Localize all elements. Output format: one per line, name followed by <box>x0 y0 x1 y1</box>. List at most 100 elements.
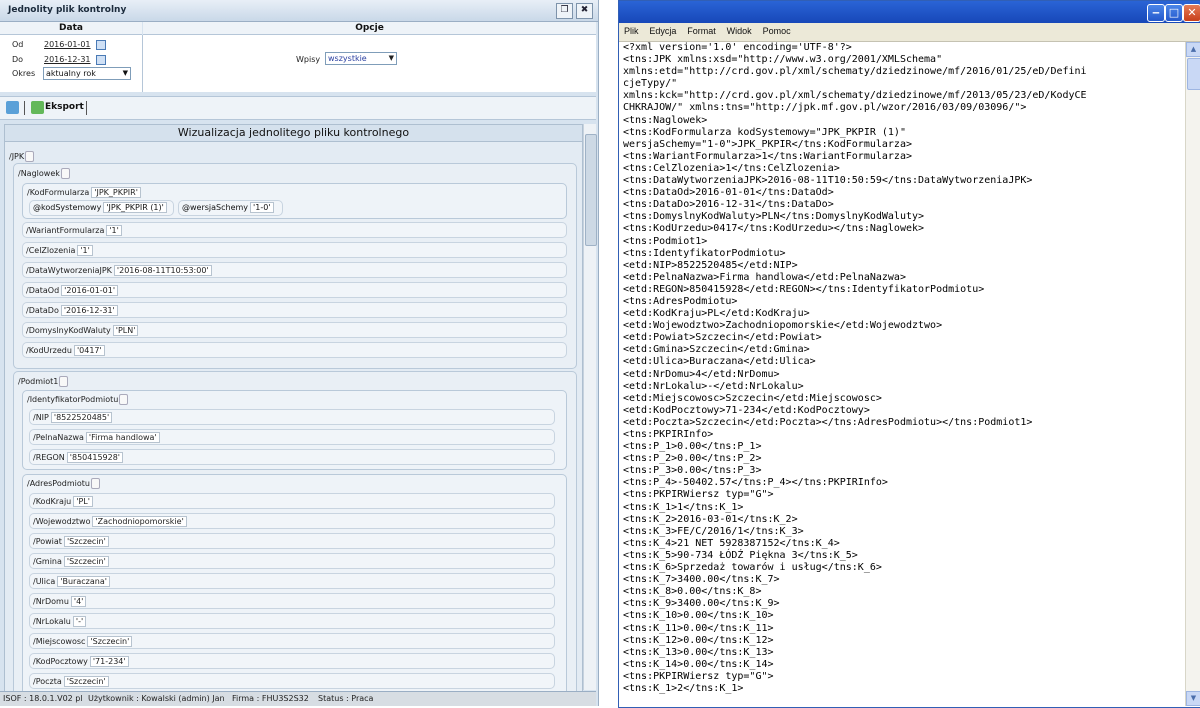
group-naglowek: /Naglowek /KodFormularza 'JPK_PKPIR' @kod… <box>13 163 577 369</box>
params-panel: Od 2016-01-01 Do 2016-12-31 Okres aktual… <box>0 35 596 92</box>
do-label: Do <box>12 55 24 64</box>
close-icon[interactable]: ✖ <box>576 3 593 19</box>
scroll-up-icon[interactable]: ▲ <box>1186 42 1200 57</box>
do-date-field[interactable]: 2016-12-31 <box>44 55 91 64</box>
collapse-icon[interactable] <box>90 478 100 489</box>
tree-row-label: /KodKraju 'PL' <box>33 496 93 507</box>
node-naglowek[interactable]: /Naglowek <box>18 168 70 179</box>
tree-row-label: /Miejscowosc 'Szczecin' <box>33 636 133 647</box>
chevron-down-icon: ▼ <box>388 54 394 62</box>
tree-row-label: /Ulica 'Buraczana' <box>33 576 110 587</box>
viz-title: Wizualizacja jednolitego pliku kontrolne… <box>5 125 582 142</box>
tree-row-label: /WariantFormularza '1' <box>26 225 122 236</box>
group-adres: /AdresPodmiotu /KodKraju 'PL' /Wojewodztwo… <box>22 474 567 691</box>
group-podmiot1: /Podmiot1 /IdentyfikatorPodmiotu /NIP '85… <box>13 371 577 691</box>
scroll-thumb[interactable] <box>1187 58 1200 90</box>
tree-row: /DataWytworzeniaJPK '2016-08-11T10:53:00' <box>22 262 567 278</box>
col-opcje-header: Opcje <box>143 22 596 35</box>
okres-select[interactable]: aktualny rok ▼ <box>43 67 131 80</box>
visualization-panel: Wizualizacja jednolitego pliku kontrolne… <box>4 124 583 692</box>
tree-row: /KodKraju 'PL' <box>29 493 555 509</box>
node-jpk[interactable]: /JPK <box>9 151 35 162</box>
tree-row: /Gmina 'Szczecin' <box>29 553 555 569</box>
menu-format[interactable]: Format <box>682 23 719 36</box>
scroll-down-icon[interactable]: ▼ <box>1186 691 1200 706</box>
notepad-window: ‒ □ ✕ Plik Edycja Format Widok Pomoc <?x… <box>618 0 1200 708</box>
tree-row-value: 'PL' <box>73 496 93 507</box>
menu-pomoc[interactable]: Pomoc <box>758 23 794 36</box>
tree-row-label: /KodUrzedu '0417' <box>26 345 105 356</box>
chevron-down-icon: ▼ <box>122 69 128 77</box>
tree-row-label: /DomyslnyKodWaluty 'PLN' <box>26 325 139 336</box>
tree-row-value: '8522520485' <box>50 412 113 423</box>
node-podmiot1[interactable]: /Podmiot1 <box>18 376 69 387</box>
restore-icon[interactable]: ❐ <box>556 3 573 19</box>
tree-row-label: /Poczta 'Szczecin' <box>33 676 109 687</box>
status-firma: Firma : FHU3S2S32 <box>232 694 309 703</box>
status-state: Status : Praca <box>318 694 374 703</box>
tree-row-value: 'Szczecin' <box>87 636 133 647</box>
status-user: Użytkownik : Kowalski (admin) Jan <box>88 694 225 703</box>
menu-bar: Plik Edycja Format Widok Pomoc <box>619 23 1200 42</box>
okres-label: Okres <box>12 69 36 78</box>
status-version: ISOF : 18.0.1.V02 pl <box>3 694 83 703</box>
collapse-icon[interactable] <box>59 376 69 387</box>
tree-row-label: /DataDo '2016-12-31' <box>26 305 118 316</box>
refresh-icon[interactable] <box>6 101 19 114</box>
notepad-scrollbar[interactable]: ▲ ▼ <box>1185 42 1200 706</box>
tree-row-label: /Gmina 'Szczecin' <box>33 556 109 567</box>
node-kodformularza: /KodFormularza 'JPK_PKPIR' <box>27 187 141 198</box>
wpisy-label: Wpisy <box>296 55 321 64</box>
tree-row-value: 'Szczecin' <box>63 536 109 547</box>
viz-scrollbar[interactable] <box>583 124 597 690</box>
params-header: Data Opcje <box>0 22 596 35</box>
tree-row-value: 'Zachodniopomorskie' <box>92 516 187 527</box>
tree-row-label: /PelnaNazwa 'Firma handlowa' <box>33 432 160 443</box>
close-icon[interactable]: ✕ <box>1183 4 1200 22</box>
calendar-icon[interactable] <box>96 55 106 65</box>
menu-edycja[interactable]: Edycja <box>644 23 679 36</box>
tree-row: /DataOd '2016-01-01' <box>22 282 567 298</box>
wpisy-select[interactable]: wszystkie ▼ <box>325 52 397 65</box>
status-bar: ISOF : 18.0.1.V02 pl Użytkownik : Kowals… <box>0 691 596 706</box>
tree-row-label: /NrDomu '4' <box>33 596 87 607</box>
window-title: Jednolity plik kontrolny <box>8 5 127 15</box>
export-icon[interactable] <box>31 101 44 114</box>
tree-row-label: /REGON '850415928' <box>33 452 124 463</box>
tree-row: /CelZlozenia '1' <box>22 242 567 258</box>
tree-row: /DataDo '2016-12-31' <box>22 302 567 318</box>
tree-row: /NIP '8522520485' <box>29 409 555 425</box>
notepad-titlebar: ‒ □ ✕ <box>619 1 1200 23</box>
xml-text-area[interactable]: <?xml version='1.0' encoding='UTF-8'?> <… <box>623 42 1181 702</box>
jpk-titlebar: Jednolity plik kontrolny ❐ ✖ <box>0 0 598 22</box>
tree-row: /PelnaNazwa 'Firma handlowa' <box>29 429 555 445</box>
minimize-icon[interactable]: ‒ <box>1147 4 1165 22</box>
node-adres[interactable]: /AdresPodmiotu <box>27 478 100 489</box>
collapse-icon[interactable] <box>60 168 70 179</box>
okres-value: aktualny rok <box>46 69 96 78</box>
maximize-icon[interactable]: □ <box>1165 4 1183 22</box>
tree-row-label: /Wojewodztwo 'Zachodniopomorskie' <box>33 516 187 527</box>
tree-row-value: '-' <box>72 616 87 627</box>
attr-wersjaschemy: @wersjaSchemy '1-0' <box>178 200 283 216</box>
tree-row: /KodPocztowy '71-234' <box>29 653 555 669</box>
od-date-field[interactable]: 2016-01-01 <box>44 40 91 49</box>
tree-row-label: /NrLokalu '-' <box>33 616 87 627</box>
toolbar: Eksport <box>0 96 596 120</box>
eksport-button[interactable]: Eksport <box>45 102 84 112</box>
calendar-icon[interactable] <box>96 40 106 50</box>
tree-row-label: /KodPocztowy '71-234' <box>33 656 129 667</box>
jpk-window: Jednolity plik kontrolny ❐ ✖ Data Opcje … <box>0 0 599 706</box>
collapse-icon[interactable] <box>25 151 35 162</box>
tree-row: /Poczta 'Szczecin' <box>29 673 555 689</box>
tree-row-value: '0417' <box>73 345 105 356</box>
collapse-icon[interactable] <box>119 394 129 405</box>
group-kodformularza: /KodFormularza 'JPK_PKPIR' @kodSystemowy '… <box>22 183 567 219</box>
menu-widok[interactable]: Widok <box>722 23 755 36</box>
menu-plik[interactable]: Plik <box>619 23 642 36</box>
od-label: Od <box>12 40 24 49</box>
group-identyfikator: /IdentyfikatorPodmiotu /NIP '8522520485' /… <box>22 390 567 470</box>
node-identyfikator[interactable]: /IdentyfikatorPodmiotu <box>27 394 129 405</box>
tree-row-label: /DataOd '2016-01-01' <box>26 285 119 296</box>
tree-row: /NrDomu '4' <box>29 593 555 609</box>
